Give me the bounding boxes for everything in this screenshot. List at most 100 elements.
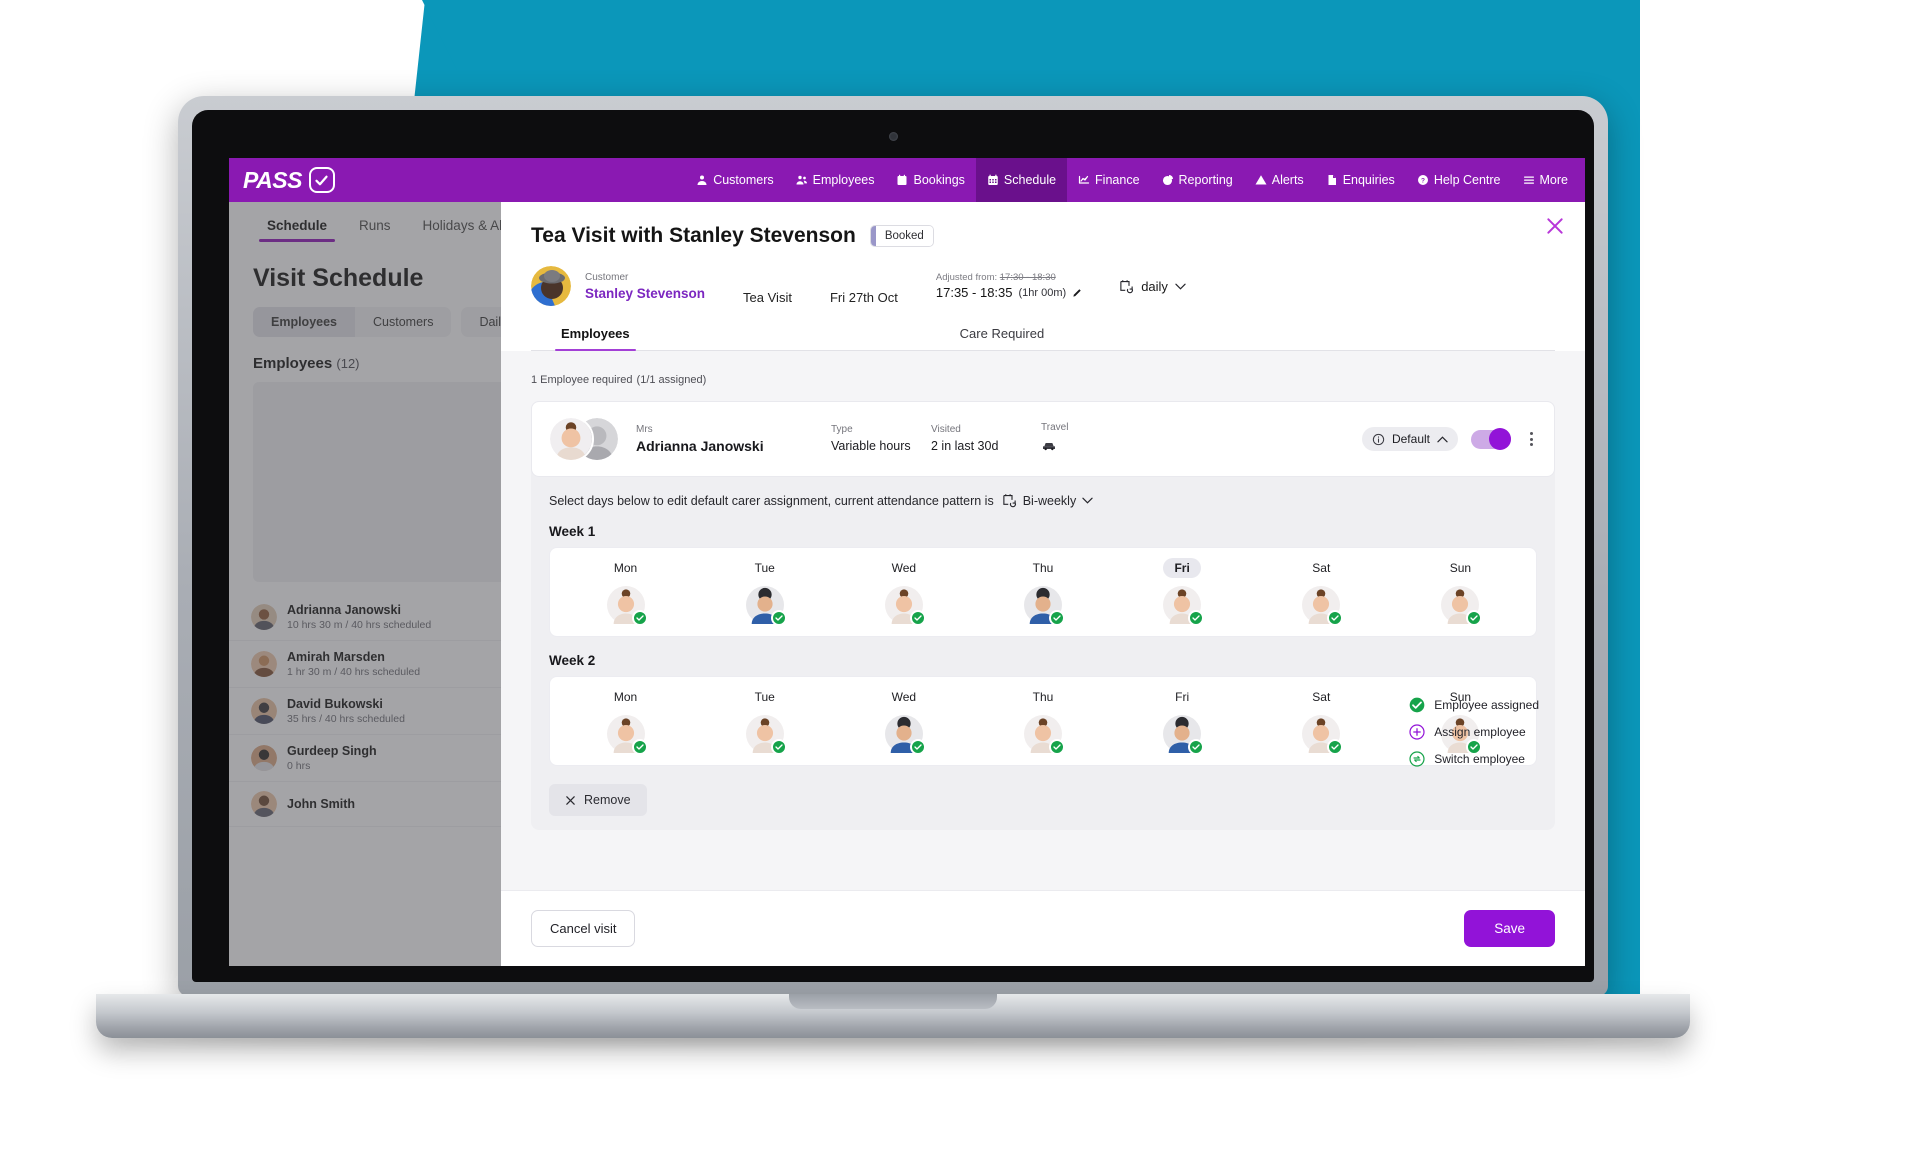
chevron-down-icon (1175, 283, 1186, 290)
day-avatar[interactable] (606, 715, 648, 755)
avatar-primary (548, 416, 594, 462)
nav-label: Bookings (913, 173, 965, 187)
assigned-employee-card: Mrs Adrianna Janowski Type Variable hour… (531, 401, 1555, 477)
check-circle-filled-icon (1048, 739, 1065, 755)
tab-care-required[interactable]: Care Required (960, 326, 1045, 350)
chevron-down-icon (1082, 497, 1093, 504)
attendance-pattern-selector[interactable]: Bi-weekly (1002, 493, 1094, 508)
legend: Employee assigned Assign employee Switch… (1409, 697, 1539, 767)
check-circle-filled-icon (631, 610, 648, 626)
day-label: Wed (891, 690, 917, 704)
day-label: Mon (613, 561, 638, 575)
modal-tabs: Employees Care Required (531, 326, 1555, 351)
top-navigation-bar: PASS Customers Employees Bookings Schedu… (229, 158, 1585, 202)
default-label: Default (1391, 432, 1430, 446)
kebab-menu-icon[interactable] (1524, 432, 1538, 446)
day-cell-mon[interactable]: Mon (556, 558, 695, 626)
nav-label: Employees (812, 173, 875, 187)
day-avatar[interactable] (1023, 715, 1065, 755)
day-cell-wed[interactable]: Wed (834, 558, 973, 626)
customer-summary-row: Customer Stanley Stevenson Tea Visit Fri… (531, 266, 1555, 306)
day-avatar[interactable] (1302, 715, 1344, 755)
pencil-icon[interactable] (1072, 287, 1083, 298)
day-cell-tue[interactable]: Tue (695, 687, 834, 755)
day-avatar[interactable] (745, 715, 787, 755)
nav-label: More (1539, 173, 1568, 187)
check-circle-filled-icon (631, 739, 648, 755)
week-2-label: Week 2 (549, 653, 596, 668)
day-label: Mon (613, 690, 638, 704)
modal-body: 1 Employee required (1/1 assigned) Mrs A… (501, 351, 1585, 890)
day-cell-thu[interactable]: Thu (973, 687, 1112, 755)
save-button[interactable]: Save (1464, 910, 1555, 947)
day-avatar[interactable] (884, 715, 926, 755)
nav-item-bookings[interactable]: Bookings (885, 158, 975, 202)
tab-label: Care Required (959, 326, 1045, 341)
day-label: Wed (891, 561, 917, 575)
check-circle-filled-icon (1466, 610, 1483, 626)
requirement-line: 1 Employee required (1/1 assigned) (531, 371, 1555, 387)
day-cell-sat[interactable]: Sat (1252, 687, 1391, 755)
grid-calendar-icon (988, 174, 998, 185)
check-circle-filled-icon (1327, 739, 1344, 755)
day-cell-fri[interactable]: Fri (1113, 558, 1252, 626)
day-cell-tue[interactable]: Tue (695, 558, 834, 626)
nav-item-customers[interactable]: Customers (685, 158, 784, 202)
day-cell-mon[interactable]: Mon (556, 687, 695, 755)
day-label: Fri (1175, 690, 1190, 704)
day-cell-wed[interactable]: Wed (834, 687, 973, 755)
pie-chart-icon (1162, 175, 1173, 186)
nav-item-schedule[interactable]: Schedule (975, 158, 1068, 202)
day-avatar[interactable] (884, 586, 926, 626)
day-cell-sun[interactable]: Sun (1391, 558, 1530, 626)
customer-name-link[interactable]: Stanley Stevenson (585, 286, 705, 301)
close-icon[interactable] (1545, 216, 1565, 236)
recurrence-selector[interactable]: daily (1119, 279, 1186, 294)
nav-item-finance[interactable]: Finance (1067, 158, 1150, 202)
nav-item-alerts[interactable]: Alerts (1244, 158, 1315, 202)
legend-label: Employee assigned (1434, 698, 1539, 712)
employee-name-column: Mrs Adrianna Janowski (636, 424, 831, 454)
day-cell-fri[interactable]: Fri (1113, 687, 1252, 755)
avatar-stack (548, 416, 620, 462)
default-pattern-button[interactable]: Default (1361, 427, 1458, 451)
travel-label: Travel (1041, 422, 1069, 433)
remove-button[interactable]: Remove (549, 784, 647, 816)
nav-item-enquiries[interactable]: Enquiries (1315, 158, 1406, 202)
day-avatar[interactable] (1163, 715, 1205, 755)
pass-logo[interactable]: PASS (229, 158, 341, 202)
day-label: Thu (1032, 561, 1054, 575)
week-2-days: Mon Tue Wed Thu Fri Sat Sun (549, 676, 1537, 766)
day-avatar[interactable] (745, 586, 787, 626)
week-1-label: Week 1 (549, 524, 596, 539)
day-avatar[interactable] (1441, 586, 1483, 626)
customer-label: Customer (585, 271, 629, 283)
check-circle-filled-icon (1188, 610, 1205, 626)
user-icon (697, 175, 707, 185)
day-cell-thu[interactable]: Thu (973, 558, 1112, 626)
day-label: Fri (1163, 558, 1201, 578)
nav-item-help-centre[interactable]: ? Help Centre (1406, 158, 1512, 202)
nav-item-more[interactable]: More (1512, 158, 1579, 202)
day-cell-sat[interactable]: Sat (1252, 558, 1391, 626)
nav-label: Schedule (1003, 173, 1057, 187)
check-circle-filled-icon (770, 610, 787, 626)
check-circle-filled-icon (770, 739, 787, 755)
nav-label: Finance (1095, 173, 1140, 187)
employee-enabled-toggle[interactable] (1471, 428, 1511, 450)
nav-item-employees[interactable]: Employees (785, 158, 886, 202)
tab-employees[interactable]: Employees (555, 326, 636, 351)
cancel-visit-button[interactable]: Cancel visit (531, 910, 636, 947)
laptop-mockup: PASS Customers Employees Bookings Schedu… (96, 96, 1690, 1044)
day-avatar[interactable] (606, 586, 648, 626)
repeat-calendar-icon (1003, 494, 1016, 508)
nav-item-reporting[interactable]: Reporting (1151, 158, 1244, 202)
chevron-up-icon (1437, 435, 1448, 442)
day-label: Sat (1312, 561, 1331, 575)
day-avatar[interactable] (1302, 586, 1344, 626)
visited-value: 2 in last 30d (931, 438, 999, 453)
day-avatar[interactable] (1023, 586, 1065, 626)
day-avatar[interactable] (1163, 586, 1205, 626)
nav-label: Reporting (1178, 173, 1233, 187)
white-right-mask (1640, 0, 1920, 1152)
